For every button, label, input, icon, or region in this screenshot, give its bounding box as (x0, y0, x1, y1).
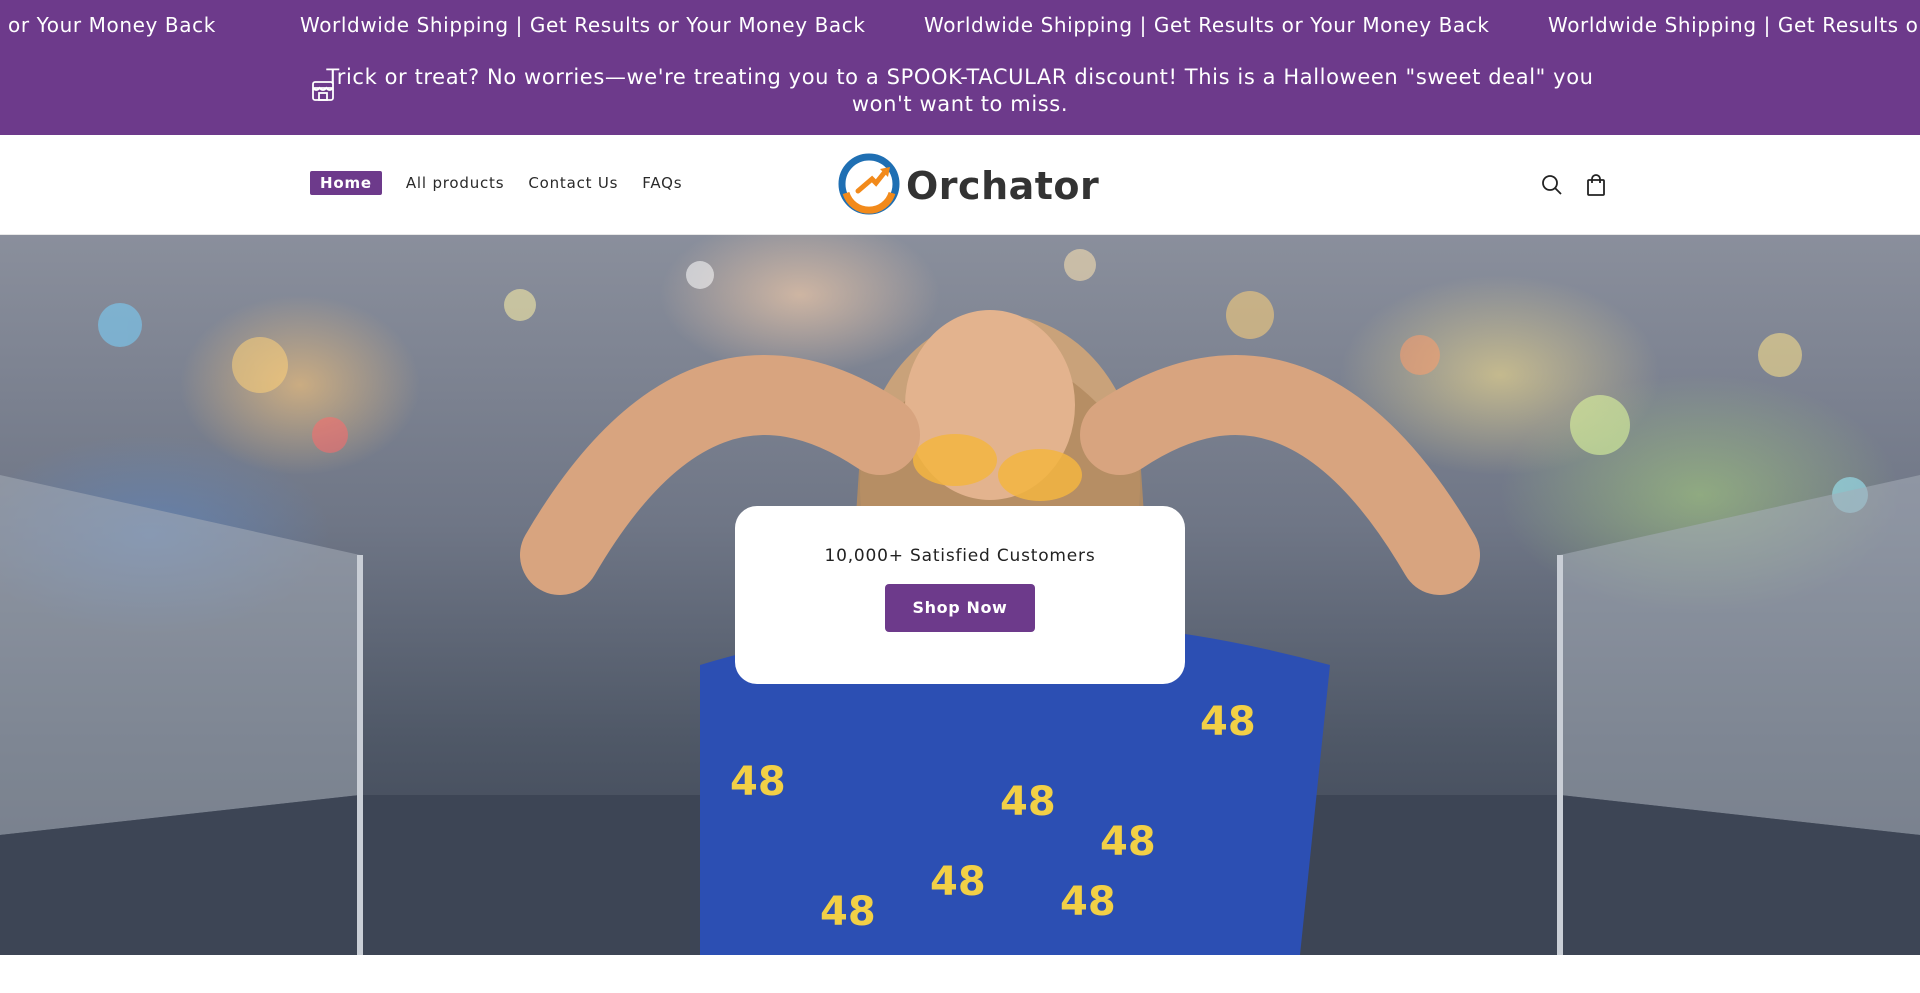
main-nav: Home All products Contact Us FAQs (310, 171, 706, 195)
svg-text:48: 48 (1100, 819, 1156, 865)
svg-text:48: 48 (930, 859, 986, 905)
hero-card: 10,000+ Satisfied Customers Shop Now (735, 506, 1185, 684)
svg-text:48: 48 (730, 759, 786, 805)
marquee-track: or Your Money Back Worldwide Shipping | … (0, 0, 1920, 50)
logo-mark-icon (838, 153, 900, 220)
nav-all-products[interactable]: All products (406, 172, 504, 194)
svg-text:48: 48 (1060, 879, 1116, 925)
announcement-bar: Trick or treat? No worries—we're treatin… (0, 50, 1920, 135)
hero-tagline: 10,000+ Satisfied Customers (824, 546, 1096, 566)
site-header: Home All products Contact Us FAQs Orchat… (0, 135, 1920, 235)
marquee-item: Worldwide Shipping | Get Results or Yo (1548, 13, 1920, 37)
nav-contact-us[interactable]: Contact Us (528, 172, 618, 194)
shop-now-button[interactable]: Shop Now (885, 584, 1035, 632)
nav-home[interactable]: Home (310, 171, 382, 195)
svg-text:48: 48 (820, 889, 876, 935)
logo[interactable]: Orchator (838, 153, 1100, 220)
marquee-item: or Your Money Back (8, 13, 216, 37)
announcement-text: Trick or treat? No worries—we're treatin… (326, 65, 1594, 116)
nav-faqs[interactable]: FAQs (642, 172, 682, 194)
marquee-item: Worldwide Shipping | Get Results or Your… (300, 13, 866, 37)
search-icon[interactable] (1538, 171, 1566, 199)
marquee-item: Worldwide Shipping | Get Results or Your… (924, 13, 1490, 37)
header-actions (1522, 171, 1610, 199)
svg-text:48: 48 (1000, 779, 1056, 825)
logo-text: Orchator (906, 164, 1100, 208)
cart-icon[interactable] (1582, 171, 1610, 199)
marquee-bar: or Your Money Back Worldwide Shipping | … (0, 0, 1920, 50)
svg-text:48: 48 (1200, 699, 1256, 745)
hero-banner: 48 48 48 48 48 48 48 10,000+ Satisfied C… (0, 235, 1920, 955)
